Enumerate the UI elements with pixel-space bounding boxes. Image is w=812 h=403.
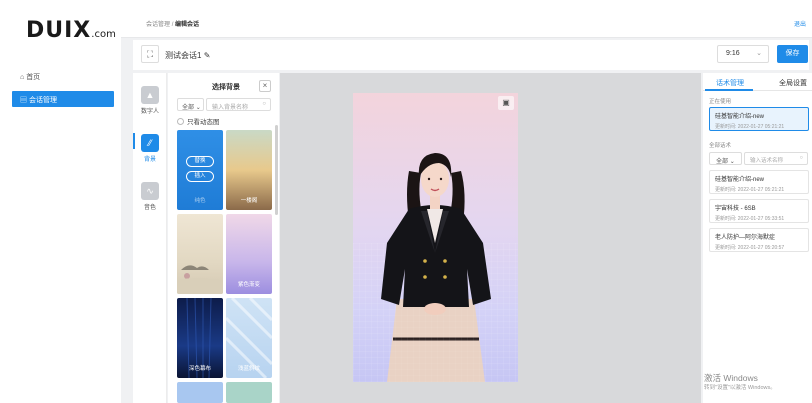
- rail-item-voice[interactable]: ∿ 音色: [133, 182, 167, 211]
- script-filter-value: 全部: [716, 159, 729, 165]
- ratio-value: 9:16: [726, 50, 740, 57]
- edit-icon[interactable]: ✎: [204, 51, 211, 60]
- logo: DUIX.com: [26, 18, 116, 43]
- windows-watermark-hint: 转到"设置"以激活 Windows。: [704, 385, 776, 391]
- landscape-illustration: [177, 265, 223, 294]
- card-title: 宇宙科技 - 6SB: [715, 206, 756, 212]
- breadcrumb: 会话管理 / 编辑会话: [146, 19, 199, 28]
- script-card[interactable]: 老人防护—阿尔海默症 更新时间: 2022-01-27 05:20:57: [709, 228, 809, 252]
- list-icon: ▤: [20, 97, 27, 104]
- save-button[interactable]: 保存: [777, 45, 808, 63]
- chevron-down-icon: ⌄: [756, 50, 762, 57]
- waveform-icon: ∿: [141, 182, 159, 200]
- insert-button[interactable]: 插入: [186, 171, 214, 182]
- checkbox-label: 只看动态图: [187, 119, 220, 126]
- sidebar-item-label: 首页: [26, 74, 41, 81]
- tab-script-management[interactable]: 话术管理: [716, 78, 744, 88]
- thumb-label: 深色幕布: [188, 366, 211, 372]
- thumb-label: 一楼阁: [240, 198, 258, 204]
- section-current-label: 正在使用: [709, 99, 732, 105]
- rail-item-label: 背景: [143, 157, 156, 163]
- expand-icon[interactable]: ⛶: [141, 45, 159, 63]
- script-card-current[interactable]: 硅基智能介绍-new 更新时间: 2022-01-27 05:21:21: [709, 107, 809, 131]
- bg-search-placeholder: 输入背景名称: [212, 105, 249, 111]
- bg-filter-select[interactable]: 全部 ⌄: [177, 98, 204, 111]
- presenter-figure: [353, 153, 518, 382]
- search-icon: ○: [262, 101, 266, 107]
- breadcrumb-separator: /: [171, 22, 174, 28]
- card-title: 老人防护—阿尔海默症: [715, 235, 776, 241]
- bg-search-input[interactable]: 输入背景名称 ○: [206, 98, 271, 111]
- left-sidebar: [0, 0, 121, 403]
- active-tab-underline: [705, 89, 753, 91]
- replace-button[interactable]: 替换: [186, 156, 214, 167]
- chevron-down-icon: ⌄: [195, 105, 201, 111]
- card-title: 硅基智能介绍-new: [715, 114, 765, 120]
- thumb-label: 纯色: [194, 198, 206, 204]
- top-bar: [121, 0, 812, 38]
- person-icon: ▲: [141, 86, 159, 104]
- card-time: 更新时间: 2022-01-27 05:33:51: [715, 216, 785, 222]
- search-icon: ○: [799, 155, 803, 161]
- slash-icon: ⁄⁄: [141, 134, 159, 152]
- bg-thumb[interactable]: 替换 插入 纯色: [177, 130, 223, 210]
- bg-thumb[interactable]: [177, 382, 223, 403]
- dynamic-only-checkbox[interactable]: 只看动态图: [177, 116, 220, 126]
- rail-item-label: 数字人: [140, 109, 159, 115]
- script-filter-select[interactable]: 全部 ⌄: [709, 152, 742, 165]
- close-icon[interactable]: ×: [259, 80, 271, 92]
- thumb-label: 紫色渐变: [237, 282, 260, 288]
- script-card[interactable]: 硅基智能介绍-new 更新时间: 2022-01-27 05:21:21: [709, 170, 809, 194]
- logo-main: DUIX: [26, 18, 92, 43]
- stage-preview[interactable]: [353, 93, 518, 382]
- bg-thumb[interactable]: 紫色渐变: [226, 214, 272, 294]
- title-bar: [133, 40, 809, 70]
- breadcrumb-parent[interactable]: 会话管理: [146, 22, 170, 28]
- bg-thumb[interactable]: 浅蓝斜纹: [226, 298, 272, 378]
- bg-thumb[interactable]: 深色幕布: [177, 298, 223, 378]
- page-title: 测试会话1 ✎: [165, 50, 210, 61]
- home-icon: ⌂: [20, 74, 25, 81]
- panel-title: 选择背景: [212, 84, 240, 91]
- logo-suffix: .com: [91, 29, 116, 40]
- tab-global-settings[interactable]: 全局设置: [779, 78, 807, 88]
- rail-item-background[interactable]: ⁄⁄ 背景: [133, 134, 167, 163]
- checkbox-icon: [177, 118, 184, 125]
- tool-rail: [133, 73, 167, 403]
- bg-thumb[interactable]: [226, 382, 272, 403]
- rail-item-avatar[interactable]: ▲ 数字人: [133, 86, 167, 115]
- sidebar-item-label: 会话管理: [28, 97, 57, 104]
- chevron-down-icon: ⌄: [729, 159, 735, 165]
- script-search-input[interactable]: 输入话术名称 ○: [744, 152, 808, 165]
- thumb-label: 浅蓝斜纹: [237, 366, 260, 372]
- bg-filter-value: 全部: [182, 105, 195, 111]
- ratio-select[interactable]: 9:16 ⌄: [717, 45, 769, 63]
- bg-thumb[interactable]: 一楼阁: [226, 130, 272, 210]
- panel-scrollbar[interactable]: [275, 125, 278, 215]
- card-time: 更新时间: 2022-01-27 05:21:21: [715, 124, 785, 130]
- section-all-label: 全部话术: [709, 143, 732, 149]
- card-title: 硅基智能介绍-new: [715, 177, 765, 183]
- script-search-placeholder: 输入话术名称: [750, 158, 784, 164]
- image-icon[interactable]: ▣: [498, 96, 514, 110]
- bg-thumb[interactable]: [177, 214, 223, 294]
- sidebar-item-sessions[interactable]: ▤ 会话管理: [12, 91, 114, 107]
- rail-item-label: 音色: [143, 205, 156, 211]
- sidebar-item-home[interactable]: ⌂ 首页: [20, 72, 40, 82]
- card-time: 更新时间: 2022-01-27 05:21:21: [715, 187, 785, 193]
- breadcrumb-current: 编辑会话: [175, 22, 200, 28]
- logout-link[interactable]: 退出: [794, 19, 806, 28]
- card-time: 更新时间: 2022-01-27 05:20:57: [715, 245, 785, 251]
- session-title: 测试会话1: [165, 51, 202, 60]
- script-card[interactable]: 宇宙科技 - 6SB 更新时间: 2022-01-27 05:33:51: [709, 199, 809, 223]
